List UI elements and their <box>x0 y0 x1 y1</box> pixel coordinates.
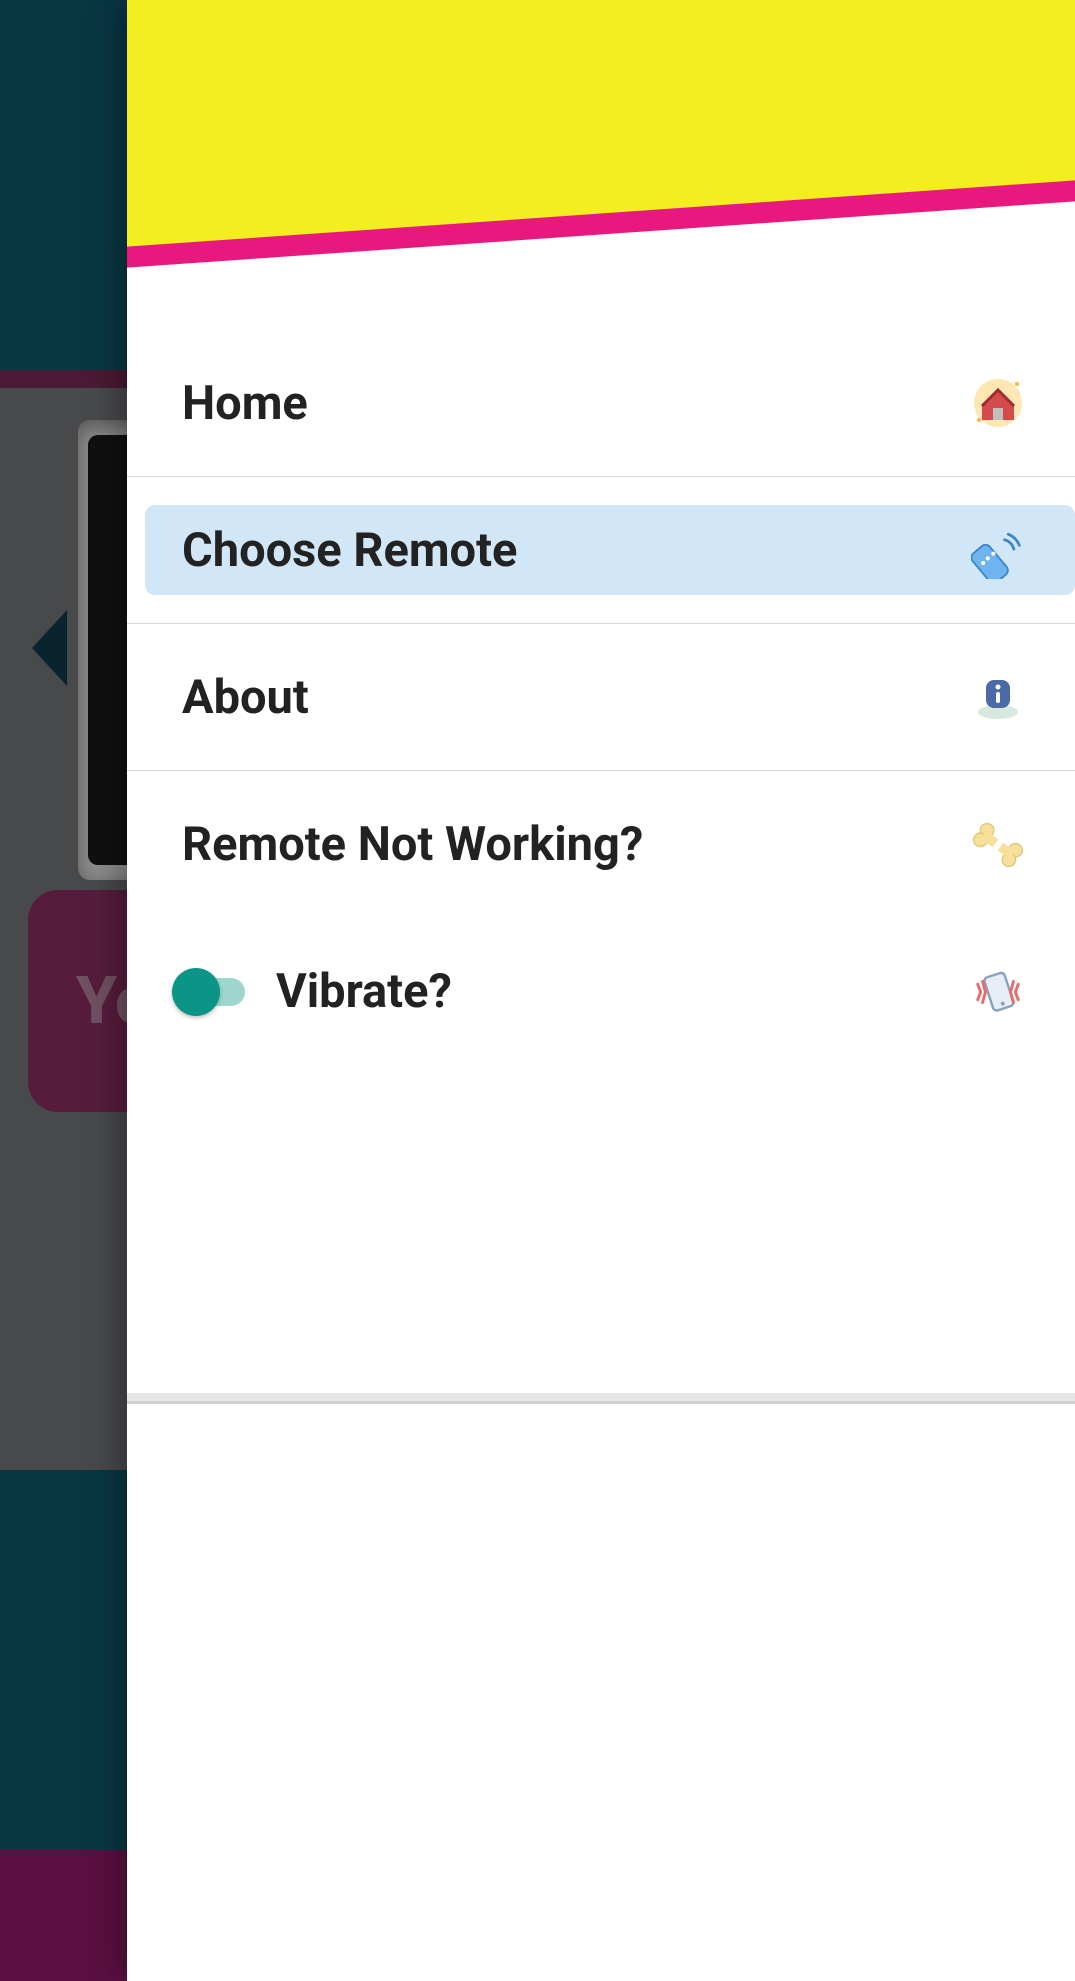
menu-item-about[interactable]: About <box>127 624 1075 771</box>
home-icon <box>971 376 1025 430</box>
menu-item-label: Choose Remote <box>182 523 517 578</box>
drawer-menu: Home Choose Remote <box>127 330 1075 1981</box>
menu-item-label: Remote Not Working? <box>182 817 643 872</box>
info-icon <box>971 670 1025 724</box>
drawer-header-graphic <box>127 0 1075 330</box>
remote-icon <box>971 523 1025 577</box>
toggle-knob <box>172 968 220 1016</box>
drawer-bottom-divider <box>127 1393 1075 1401</box>
menu-item-vibrate: Vibrate? <box>127 918 1075 1065</box>
menu-item-label: Home <box>182 376 308 431</box>
menu-item-choose-remote[interactable]: Choose Remote <box>127 477 1075 624</box>
vibrate-icon <box>971 965 1025 1019</box>
vibrate-label: Vibrate? <box>276 964 452 1019</box>
bone-icon <box>971 818 1025 872</box>
navigation-drawer: Home Choose Remote <box>127 0 1075 1981</box>
drawer-bottom-divider <box>127 1401 1075 1404</box>
menu-item-label: About <box>182 670 309 725</box>
vibrate-toggle[interactable] <box>172 972 250 1012</box>
menu-item-home[interactable]: Home <box>127 330 1075 477</box>
menu-item-remote-not-working[interactable]: Remote Not Working? <box>127 771 1075 918</box>
